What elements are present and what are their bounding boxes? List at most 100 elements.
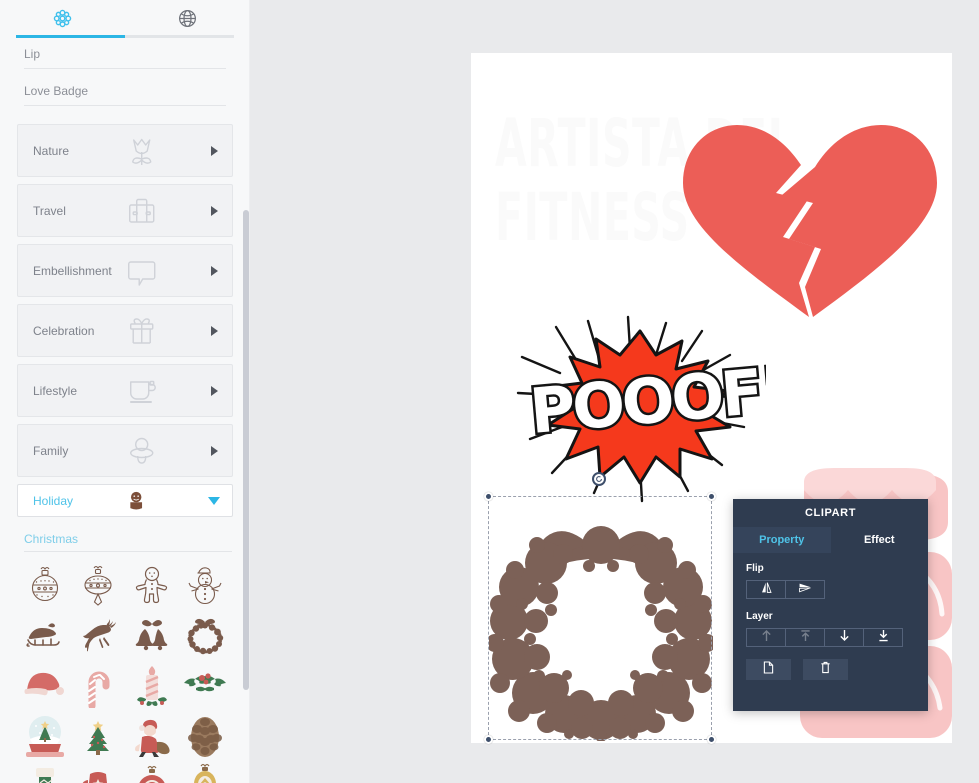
snow-globe-icon bbox=[24, 712, 66, 758]
clipart-sidebar: Lip Love Badge Nature Travel Embellishme… bbox=[0, 0, 250, 783]
clipart-property-panel[interactable]: CLIPART Property Effect Flip Layer bbox=[733, 499, 928, 711]
recent-clipart-list: Lip Love Badge bbox=[0, 41, 250, 106]
pooof-comic-burst-clipart[interactable]: POOOF! bbox=[516, 315, 791, 510]
send-backward-button[interactable] bbox=[824, 628, 864, 647]
holly-icon bbox=[182, 670, 228, 700]
globe-icon bbox=[177, 8, 198, 29]
clipart-grid bbox=[0, 560, 250, 783]
list-item-love-badge[interactable]: Love Badge bbox=[24, 78, 226, 106]
category-item-travel[interactable]: Travel bbox=[17, 184, 233, 237]
clipart-ornament-teardrop[interactable] bbox=[72, 560, 126, 610]
clipart-reindeer[interactable] bbox=[72, 610, 126, 660]
pacifier-icon bbox=[120, 429, 164, 473]
speech-bubble-icon bbox=[120, 249, 164, 293]
snowman-outline-icon bbox=[185, 563, 225, 607]
gift-icon bbox=[120, 309, 164, 353]
tab-effect[interactable]: Effect bbox=[830, 527, 928, 553]
bring-forward-button[interactable] bbox=[746, 628, 786, 647]
stocking-icon bbox=[26, 762, 64, 783]
clipart-bells[interactable] bbox=[125, 610, 179, 660]
clipart-snowman[interactable] bbox=[179, 560, 233, 610]
list-item-lip[interactable]: Lip bbox=[24, 41, 226, 69]
suitcase-icon bbox=[120, 189, 164, 233]
clipart-gingerbread-man[interactable] bbox=[125, 560, 179, 610]
category-item-family[interactable]: Family bbox=[17, 424, 233, 477]
canvas-workspace[interactable]: ARTISTA DEL FITNESS POOOF! CLIPART Prope… bbox=[250, 0, 979, 783]
chevron-right-icon bbox=[211, 265, 218, 276]
flip-vertical-icon bbox=[760, 581, 773, 599]
layer-button-group bbox=[746, 628, 915, 647]
category-item-lifestyle[interactable]: Lifestyle bbox=[17, 364, 233, 417]
category-label: Lifestyle bbox=[33, 383, 78, 398]
panel-body: Flip Layer bbox=[733, 553, 928, 680]
coffee-cup-icon bbox=[120, 369, 164, 413]
clipart-wreath[interactable] bbox=[179, 610, 233, 660]
category-item-embellishment[interactable]: Embellishment bbox=[17, 244, 233, 297]
tab-property[interactable]: Property bbox=[733, 527, 831, 553]
ghost-headline-line2: FITNESS bbox=[495, 179, 690, 256]
christmas-tree-icon bbox=[78, 712, 118, 758]
arrow-down-icon bbox=[839, 629, 850, 647]
panel-tabbar: Property Effect bbox=[733, 527, 928, 553]
trash-icon bbox=[820, 661, 831, 679]
wreath-icon bbox=[184, 613, 226, 657]
clipart-santa-sleigh[interactable] bbox=[18, 610, 72, 660]
gingerbread-man-outline-icon bbox=[132, 563, 172, 607]
tab-globe[interactable] bbox=[125, 0, 250, 37]
chevron-right-icon bbox=[211, 445, 218, 456]
candy-cane-icon bbox=[83, 662, 113, 708]
tab-clipart[interactable] bbox=[0, 0, 125, 37]
clipart-ornament-ball[interactable] bbox=[18, 560, 72, 610]
category-list: Nature Travel Embellishment Celebration … bbox=[0, 124, 250, 517]
copy-icon bbox=[763, 660, 774, 679]
chevron-right-icon bbox=[211, 205, 218, 216]
send-to-back-button[interactable] bbox=[863, 628, 903, 647]
category-item-celebration[interactable]: Celebration bbox=[17, 304, 233, 357]
chevron-right-icon bbox=[211, 325, 218, 336]
flip-horizontal-button[interactable] bbox=[785, 580, 825, 599]
clipart-mitten[interactable] bbox=[72, 760, 126, 783]
duplicate-button[interactable] bbox=[746, 659, 791, 680]
tab-underline-active bbox=[16, 35, 125, 38]
clipart-candy-cane[interactable] bbox=[72, 660, 126, 710]
category-label: Travel bbox=[33, 203, 66, 218]
clipart-pine-cone[interactable] bbox=[179, 710, 233, 760]
panel-title: CLIPART bbox=[804, 507, 857, 519]
circle-wreath-clipart[interactable] bbox=[486, 497, 716, 743]
category-item-holiday[interactable]: Holiday bbox=[17, 484, 233, 517]
arrow-up-icon bbox=[761, 629, 772, 647]
clipart-candle[interactable] bbox=[125, 660, 179, 710]
category-label: Embellishment bbox=[33, 263, 112, 278]
chevron-down-icon bbox=[208, 496, 220, 505]
svg-text:POOOF!: POOOF! bbox=[527, 353, 766, 448]
rotate-icon bbox=[596, 476, 602, 482]
clipart-holly[interactable] bbox=[179, 660, 233, 710]
pine-cone-icon bbox=[184, 712, 226, 758]
chevron-right-icon bbox=[211, 385, 218, 396]
layer-section-label: Layer bbox=[746, 611, 773, 622]
bring-to-front-button[interactable] bbox=[785, 628, 825, 647]
clipart-christmas-tree[interactable] bbox=[72, 710, 126, 760]
clipart-red-bauble[interactable] bbox=[125, 760, 179, 783]
clipart-santa-claus[interactable] bbox=[125, 710, 179, 760]
flip-vertical-button[interactable] bbox=[746, 580, 786, 599]
clipart-santa-hat[interactable] bbox=[18, 660, 72, 710]
arrow-up-to-line-icon bbox=[800, 629, 811, 647]
broken-heart-clipart[interactable] bbox=[679, 121, 941, 326]
panel-action-row bbox=[746, 659, 915, 680]
clipart-snow-globe[interactable] bbox=[18, 710, 72, 760]
gingerbread-man-icon bbox=[122, 487, 150, 515]
flip-button-group bbox=[746, 580, 915, 599]
candle-icon bbox=[135, 662, 169, 708]
clipart-stocking[interactable] bbox=[18, 760, 72, 783]
category-item-nature[interactable]: Nature bbox=[17, 124, 233, 177]
clipart-gold-bauble[interactable] bbox=[179, 760, 233, 783]
ornament-ball-outline-icon bbox=[25, 563, 65, 607]
gold-bauble-icon bbox=[186, 761, 224, 783]
rotate-handle[interactable] bbox=[592, 472, 606, 486]
sidebar-tabbar bbox=[0, 0, 250, 41]
santa-hat-icon bbox=[23, 666, 67, 704]
ornament-teardrop-outline-icon bbox=[78, 563, 118, 607]
section-title-christmas: Christmas bbox=[24, 532, 232, 552]
delete-button[interactable] bbox=[803, 659, 848, 680]
